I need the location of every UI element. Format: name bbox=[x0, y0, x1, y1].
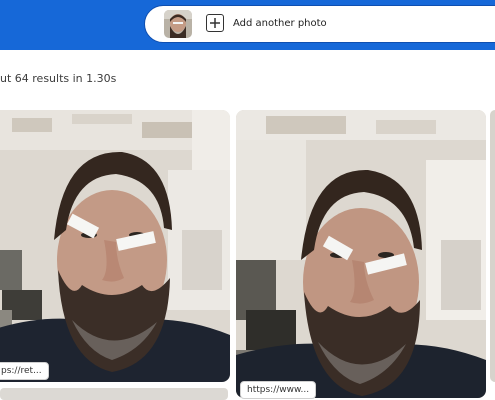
result-card[interactable] bbox=[0, 110, 230, 382]
result-source-url[interactable]: https://www... bbox=[240, 381, 317, 399]
plus-square-icon[interactable] bbox=[206, 14, 224, 32]
add-another-photo-label[interactable]: Add another photo bbox=[233, 17, 327, 31]
result-card[interactable] bbox=[0, 388, 228, 400]
search-results-page: Add another photo ut 64 results in 1.30s bbox=[0, 0, 495, 400]
result-image bbox=[236, 110, 486, 398]
result-card[interactable] bbox=[236, 110, 486, 398]
result-image bbox=[0, 110, 230, 382]
result-source-url[interactable]: ps://ret... bbox=[0, 362, 49, 380]
query-photo-thumbnail[interactable] bbox=[164, 10, 192, 38]
results-count: ut 64 results in 1.30s bbox=[0, 72, 117, 85]
result-card[interactable] bbox=[490, 110, 495, 382]
